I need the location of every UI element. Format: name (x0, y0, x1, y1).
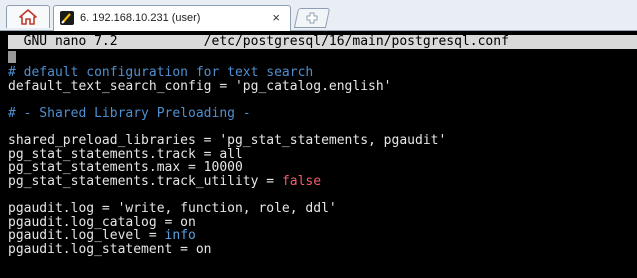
editor-buffer[interactable]: # default configuration for text search d… (8, 66, 446, 256)
editor-text-segment: pgaudit.log_statement = on (8, 241, 212, 257)
editor-line[interactable]: pgaudit.log_statement = on (8, 241, 446, 257)
home-tab-button[interactable] (6, 5, 50, 28)
new-tab-button[interactable] (293, 8, 331, 28)
editor-line[interactable]: pg_stat_statements.track = all (8, 147, 446, 162)
editor-line[interactable]: pgaudit.log_level = info (8, 229, 446, 243)
home-icon (19, 9, 37, 25)
new-tab-icon (306, 12, 318, 24)
editor-line[interactable] (8, 120, 446, 134)
editor-line[interactable]: default_text_search_config = 'pg_catalog… (8, 78, 446, 94)
tab-strip: 6. 192.168.10.231 (user) × (0, 0, 637, 31)
terminal-area[interactable]: GNU nano 7.2 /etc/postgresql/16/main/pos… (0, 31, 637, 278)
editor-line[interactable]: pgaudit.log = 'write, function, role, dd… (8, 202, 446, 216)
editor-line[interactable]: # - Shared Library Preloading - (8, 105, 446, 121)
editor-text-segment: # - Shared Library Preloading - (8, 105, 251, 121)
editor-line[interactable]: # default configuration for text search (8, 66, 446, 80)
editor-line[interactable]: pg_stat_statements.max = 10000 (8, 161, 446, 175)
editor-line[interactable]: pgaudit.log_catalog = on (8, 215, 446, 230)
tab-session[interactable]: 6. 192.168.10.231 (user) × (53, 5, 291, 31)
editor-text-segment: default_text_search_config = 'pg_catalog… (8, 78, 392, 94)
editor-line[interactable] (8, 188, 446, 202)
tab-close-button[interactable]: × (272, 10, 280, 25)
text-cursor (8, 51, 16, 63)
nano-title-bar: GNU nano 7.2 /etc/postgresql/16/main/pos… (8, 35, 637, 49)
terminal-session-icon (60, 11, 74, 25)
editor-line[interactable]: shared_preload_libraries = 'pg_stat_stat… (8, 134, 446, 148)
editor-text-segment: pg_stat_statements.track_utility = (8, 173, 282, 189)
editor-line[interactable] (8, 93, 446, 107)
tab-title: 6. 192.168.10.231 (user) (80, 12, 201, 24)
nano-title-text: GNU nano 7.2 /etc/postgresql/16/main/pos… (8, 34, 509, 49)
editor-line[interactable]: pg_stat_statements.track_utility = false (8, 173, 446, 189)
editor-text-segment: false (281, 173, 322, 189)
